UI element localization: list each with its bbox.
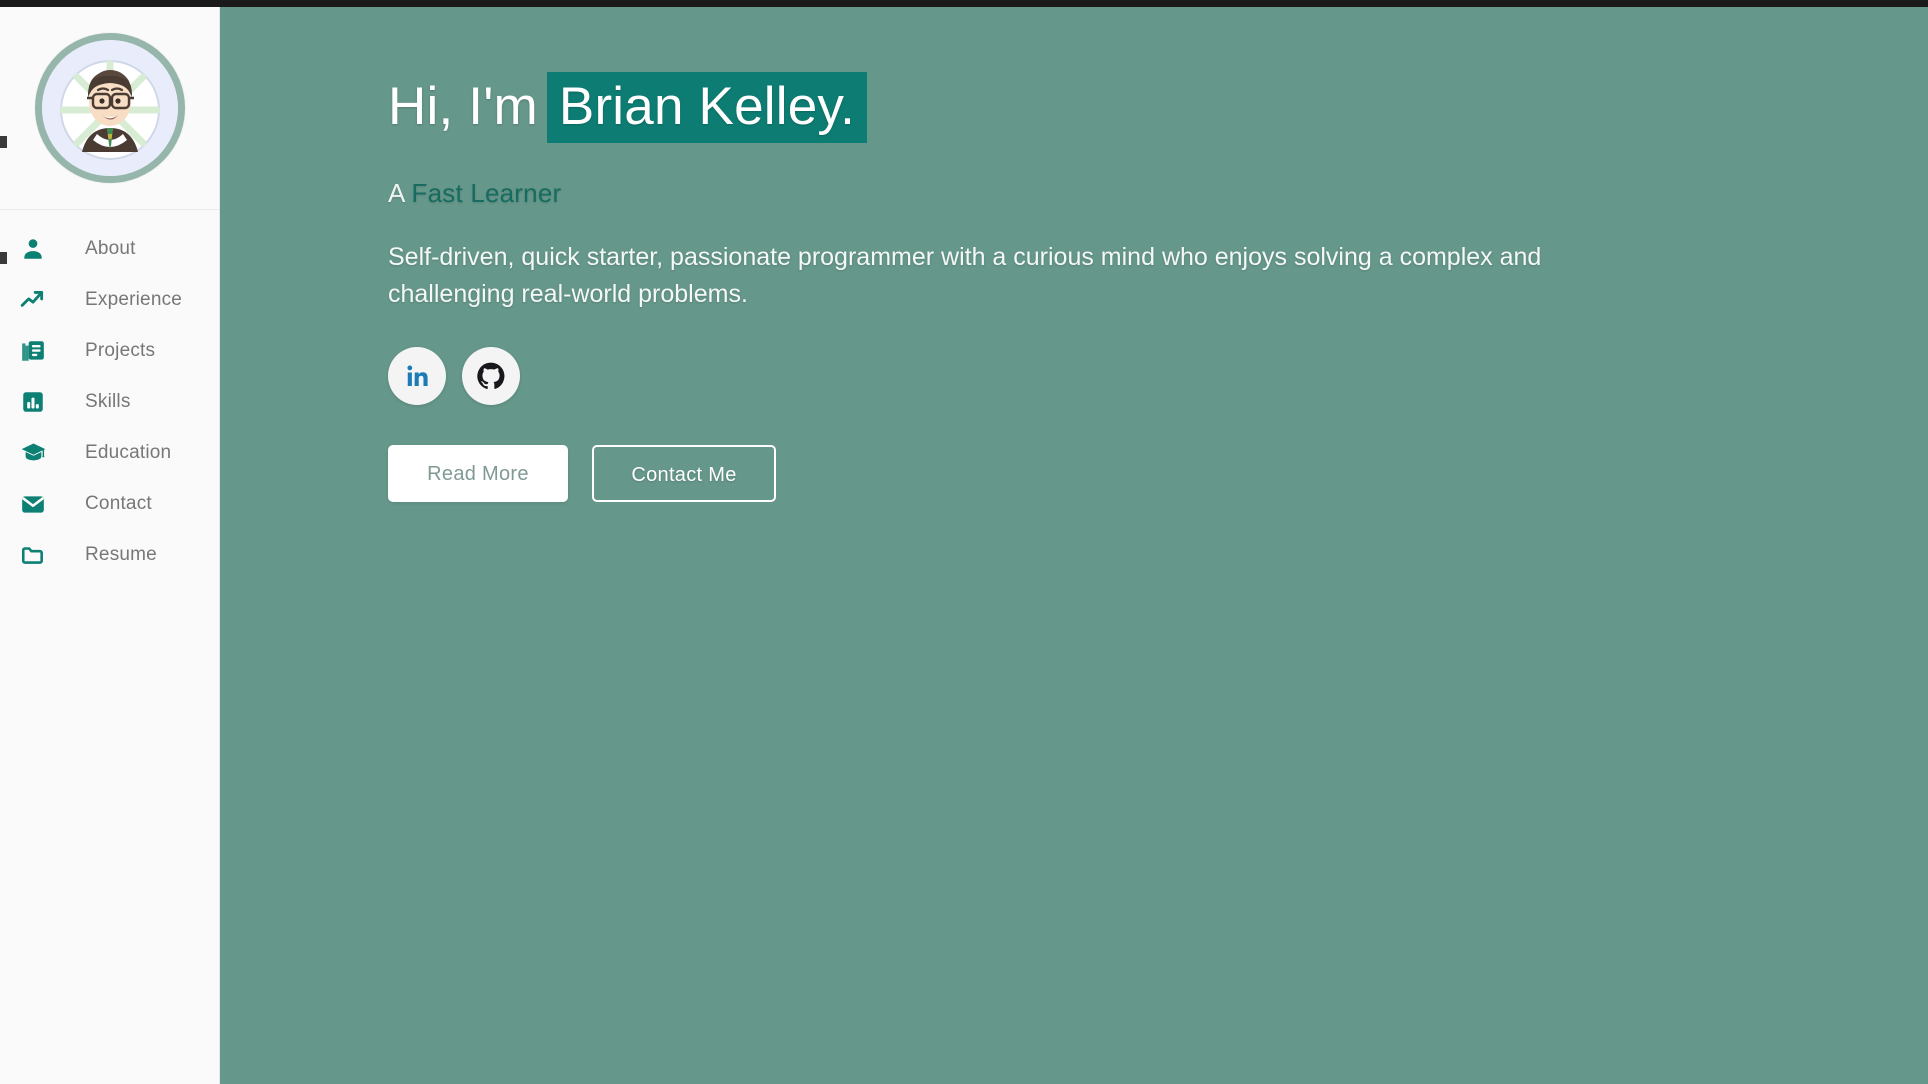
sidebar-nav: About Experience Projects Skills Educati… — [0, 210, 219, 580]
hero-bio: Self-driven, quick starter, passionate p… — [388, 243, 1542, 309]
trending-up-icon — [20, 287, 54, 313]
folder-icon — [20, 542, 54, 568]
avatar-header — [0, 7, 219, 210]
subtitle-prefix: A — [388, 178, 412, 209]
avatar — [34, 33, 185, 183]
github-link[interactable] — [462, 347, 520, 406]
sidebar-item-experience[interactable]: Experience — [0, 274, 219, 325]
bar-chart-icon — [20, 389, 54, 415]
sidebar-item-projects[interactable]: Projects — [0, 325, 219, 376]
linkedin-icon — [402, 361, 432, 391]
headline-name-highlight: Brian Kelley. — [546, 72, 868, 143]
edge-artifact-upper — [0, 136, 7, 148]
subtitle-accent: Fast Learner — [411, 178, 562, 209]
linkedin-link[interactable] — [388, 347, 446, 406]
sidebar-item-label: Resume — [85, 543, 157, 565]
sidebar-item-about[interactable]: About — [0, 223, 219, 274]
sidebar-item-education[interactable]: Education — [0, 427, 219, 478]
sidebar-item-label: Education — [85, 441, 172, 463]
main-content: Hi, I'm Brian Kelley. A Fast Learner Self… — [220, 0, 1928, 1084]
article-icon — [20, 338, 54, 364]
edge-artifact-lower — [0, 252, 7, 264]
social-links — [388, 347, 1928, 406]
person-icon — [20, 236, 54, 262]
hero-section: Hi, I'm Brian Kelley. A Fast Learner Self… — [220, 7, 1928, 503]
graduation-cap-icon — [20, 439, 54, 466]
sidebar-item-label: Contact — [85, 492, 152, 514]
envelope-icon — [20, 491, 54, 517]
headline-greeting: Hi, I'm — [388, 77, 538, 136]
sidebar-item-contact[interactable]: Contact — [0, 478, 219, 529]
sidebar-item-resume[interactable]: Resume — [0, 529, 219, 580]
sidebar-item-label: Skills — [85, 390, 131, 412]
sidebar-item-label: About — [85, 237, 136, 259]
sidebar-item-skills[interactable]: Skills — [0, 376, 219, 427]
read-more-button[interactable]: Read More — [388, 445, 568, 503]
sidebar: About Experience Projects Skills Educati… — [0, 0, 220, 1084]
hero-actions: Read More Contact Me — [388, 445, 1928, 503]
top-chrome-strip — [0, 0, 1928, 7]
page-title: Hi, I'm Brian Kelley. — [388, 72, 1928, 143]
github-icon — [476, 361, 506, 391]
sidebar-item-label: Experience — [85, 288, 183, 310]
hero-subtitle: A Fast Learner — [388, 178, 1928, 209]
contact-me-button[interactable]: Contact Me — [592, 445, 776, 503]
sidebar-item-label: Projects — [85, 339, 156, 361]
page-root: About Experience Projects Skills Educati… — [0, 0, 1928, 1084]
